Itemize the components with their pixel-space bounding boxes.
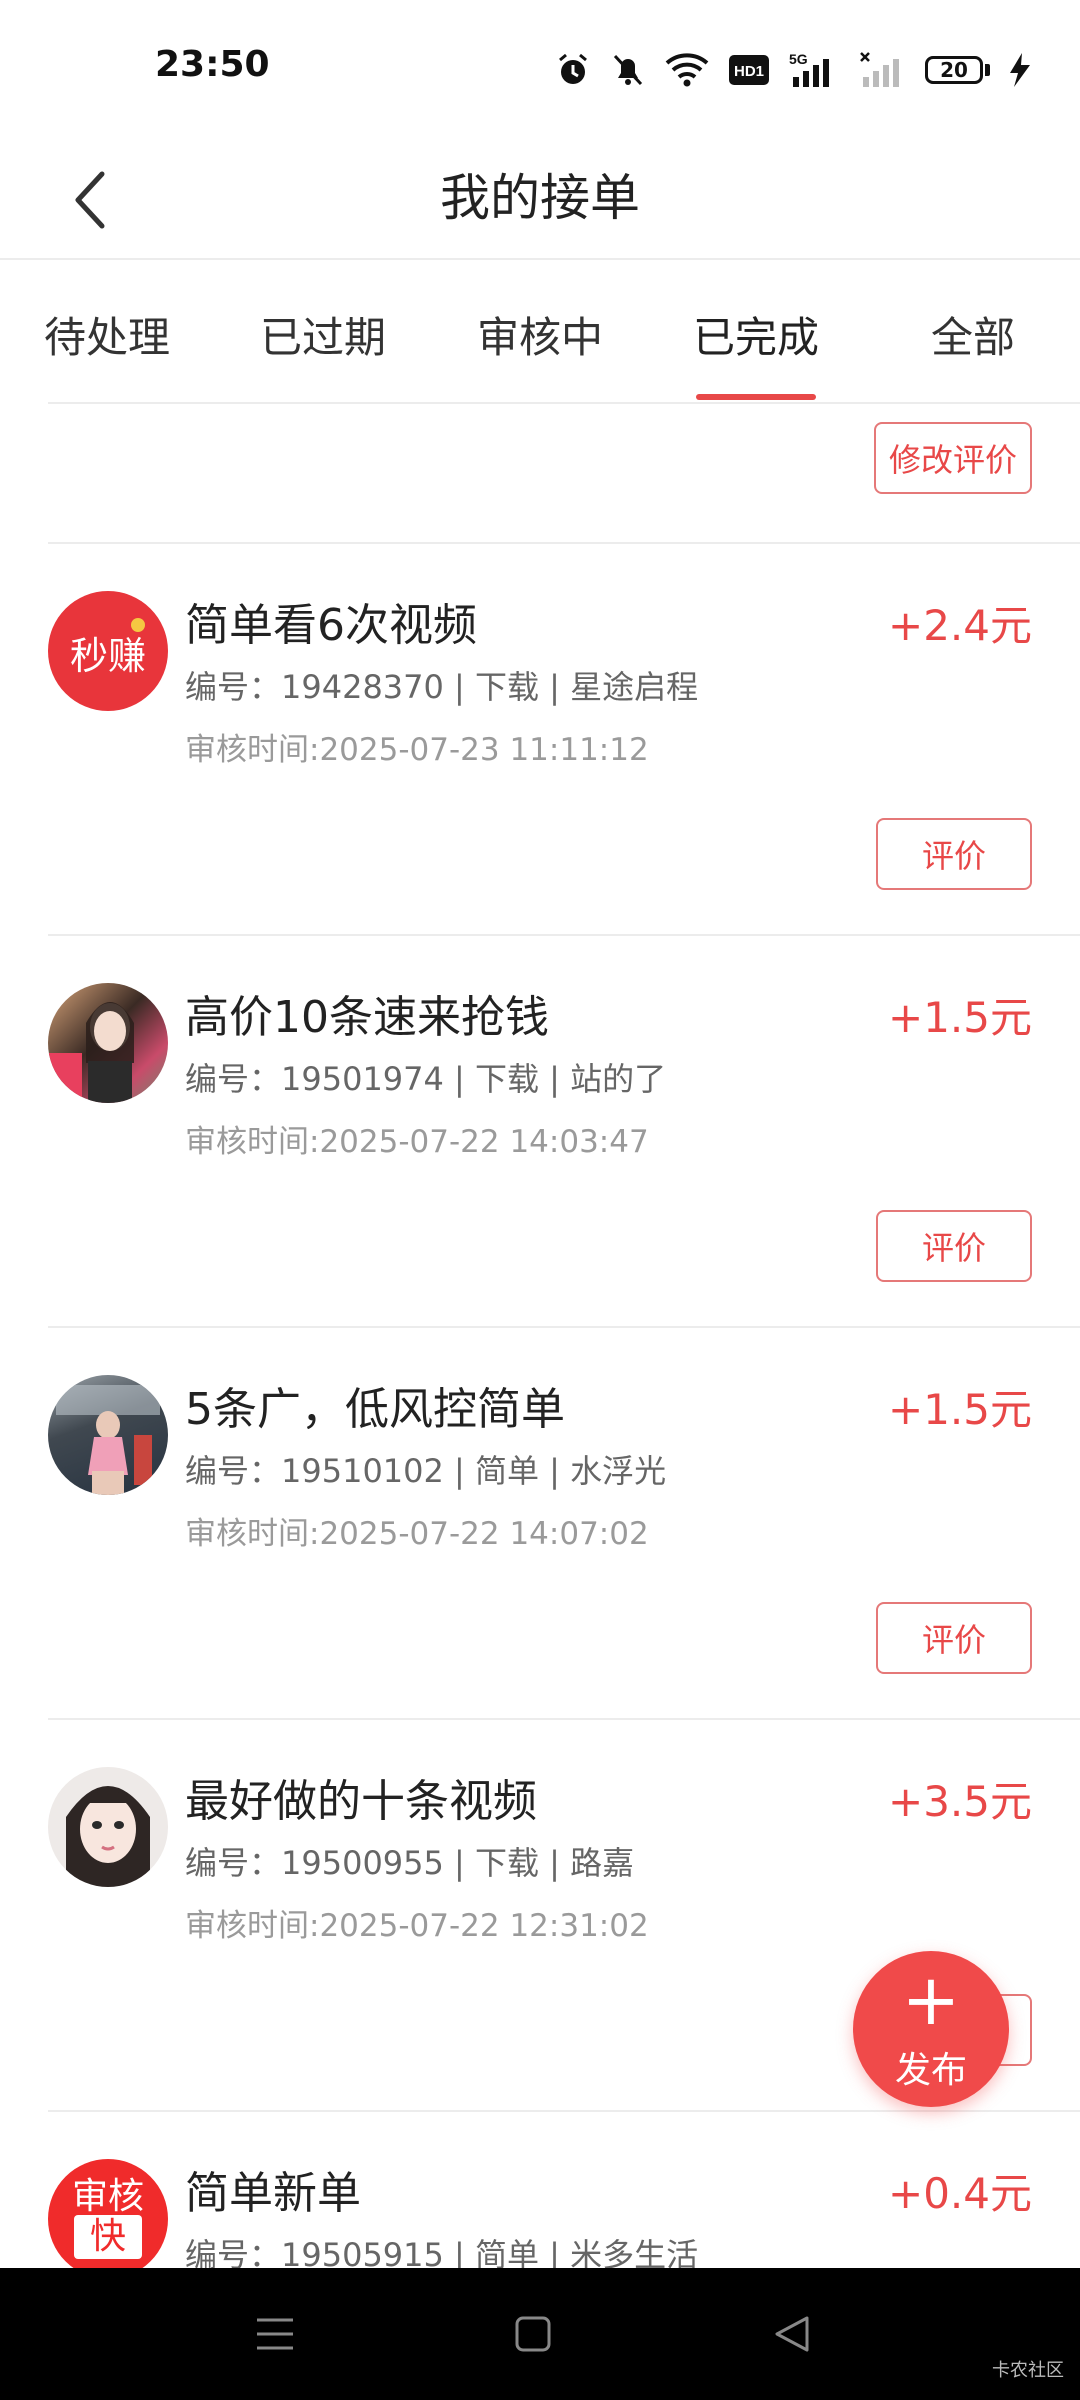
- task-reward: +1.5元: [888, 993, 1032, 1042]
- list-item: 修改评价: [0, 404, 1080, 544]
- avatar-logo-text: 秒赚: [69, 634, 146, 678]
- task-meta: 编号：19500955 | 下载 | 路嘉: [185, 1844, 635, 1882]
- tab-reviewing[interactable]: 审核中: [465, 304, 615, 365]
- rate-button[interactable]: 评价: [876, 818, 1032, 890]
- network-label: 5G: [789, 51, 808, 67]
- alarm-icon: [555, 52, 591, 88]
- list-item[interactable]: 秒赚 简单看6次视频 +2.4元 编号：19428370 | 下载 | 星途启程…: [0, 544, 1080, 936]
- mute-bell-icon: [611, 52, 645, 88]
- tab-expired[interactable]: 已过期: [248, 304, 398, 365]
- task-meta: 编号：19501974 | 下载 | 站的了: [185, 1060, 667, 1098]
- top-nav-bar: 我的接单: [0, 140, 1080, 260]
- charging-bolt-icon: [1010, 53, 1030, 87]
- status-icons: HD1 5G 20: [555, 46, 1030, 94]
- status-time: 23:50: [155, 44, 270, 85]
- system-nav-bar: 卡农社区: [0, 2268, 1080, 2400]
- signal-no-service-icon: [859, 51, 905, 89]
- page-title: 我的接单: [440, 169, 640, 227]
- task-meta: 编号：19505915 | 简单 | 米多生活: [185, 2236, 699, 2269]
- plus-icon: +: [901, 1959, 961, 2041]
- battery-icon: 20: [925, 56, 990, 84]
- task-title: 高价10条速来抢钱: [185, 992, 549, 1043]
- avatar: 秒赚: [48, 591, 168, 711]
- tab-pending[interactable]: 待处理: [32, 304, 182, 365]
- task-meta: 编号：19510102 | 简单 | 水浮光: [185, 1452, 667, 1490]
- hd-icon: HD1: [729, 55, 769, 85]
- task-reward: +0.4元: [888, 2169, 1032, 2218]
- avatar: [48, 1767, 168, 1887]
- task-title: 最好做的十条视频: [185, 1776, 537, 1827]
- review-time: 审核时间:2025-07-22 14:03:47: [185, 1124, 649, 1160]
- publish-fab-button[interactable]: + 发布: [853, 1951, 1009, 2107]
- back-triangle-icon[interactable]: [762, 2304, 822, 2364]
- list-item[interactable]: 审核 快 简单新单 +0.4元 编号：19505915 | 简单 | 米多生活: [0, 2112, 1080, 2269]
- rate-button[interactable]: 评价: [876, 1210, 1032, 1282]
- task-reward: +3.5元: [888, 1777, 1032, 1826]
- avatar-logo-text-top: 审核: [71, 2176, 144, 2217]
- task-meta: 编号：19428370 | 下载 | 星途启程: [185, 668, 699, 706]
- tab-all[interactable]: 全部: [898, 304, 1048, 365]
- status-bar: 23:50 HD1 5G 20: [0, 0, 1080, 140]
- review-time: 审核时间:2025-07-22 14:07:02: [185, 1516, 649, 1552]
- rate-button[interactable]: 评价: [876, 1602, 1032, 1674]
- task-title: 简单新单: [185, 2168, 361, 2219]
- home-icon[interactable]: [503, 2304, 563, 2364]
- avatar: [48, 983, 168, 1103]
- review-time: 审核时间:2025-07-22 12:31:02: [185, 1908, 649, 1944]
- wifi-icon: [665, 53, 709, 87]
- menu-icon[interactable]: [245, 2304, 305, 2364]
- status-tabs: 待处理 已过期 审核中 已完成 全部: [0, 260, 1080, 404]
- task-title: 简单看6次视频: [185, 600, 477, 651]
- task-reward: +1.5元: [888, 1385, 1032, 1434]
- edit-review-button[interactable]: 修改评价: [874, 422, 1032, 494]
- task-reward: +2.4元: [888, 601, 1032, 650]
- battery-level: 20: [925, 56, 983, 84]
- hd-label: HD1: [734, 63, 764, 80]
- publish-label: 发布: [894, 2050, 967, 2091]
- review-time: 审核时间:2025-07-23 11:11:12: [185, 732, 649, 768]
- task-title: 5条广，低风控简单: [185, 1384, 565, 1435]
- avatar-logo-text-bottom: 快: [74, 2215, 142, 2259]
- tab-completed[interactable]: 已完成: [681, 304, 831, 365]
- avatar: 审核 快: [48, 2159, 168, 2269]
- watermark: 卡农社区: [992, 2360, 1064, 2381]
- avatar: [48, 1375, 168, 1495]
- active-tab-indicator: [696, 394, 816, 400]
- list-item[interactable]: 5条广，低风控简单 +1.5元 编号：19510102 | 简单 | 水浮光 审…: [0, 1328, 1080, 1720]
- list-item[interactable]: 高价10条速来抢钱 +1.5元 编号：19501974 | 下载 | 站的了 审…: [0, 936, 1080, 1328]
- signal-5g-icon: 5G: [789, 51, 839, 89]
